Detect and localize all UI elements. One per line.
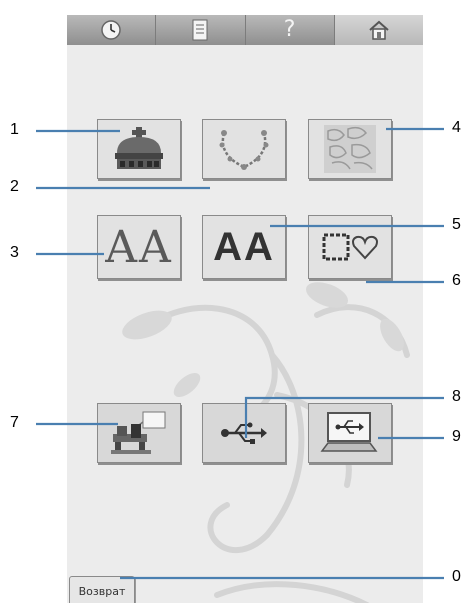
- computer-usb-button[interactable]: [308, 403, 392, 463]
- usb-icon: [221, 422, 267, 444]
- callout-label-9: 9: [452, 428, 461, 445]
- computer-usb-icon: [320, 412, 378, 452]
- frame-shapes-button[interactable]: [308, 215, 392, 279]
- embroidery-machine-icon: [111, 411, 166, 454]
- clock-icon: [101, 20, 121, 40]
- floral-wreath-icon: [219, 130, 269, 170]
- embroidery-screen: ? AA AA Возврат: [67, 15, 423, 603]
- usb-media-button[interactable]: [202, 403, 286, 463]
- help-icon: ?: [283, 17, 296, 42]
- decorative-alphabet-icon: AA: [105, 221, 173, 273]
- home-icon: [369, 20, 389, 40]
- callout-label-4: 4: [452, 119, 461, 136]
- home-button[interactable]: [334, 15, 423, 45]
- callout-label-0: 0: [452, 568, 461, 585]
- callout-label-5: 5: [452, 216, 461, 233]
- crown-pattern-button[interactable]: [97, 119, 181, 179]
- callout-label-6: 6: [452, 272, 461, 289]
- quilt-pattern-button[interactable]: [308, 119, 392, 179]
- callout-label-1: 1: [10, 121, 19, 138]
- character-font-icon: AA: [213, 224, 275, 269]
- document-button[interactable]: [156, 15, 246, 45]
- help-button[interactable]: ?: [245, 15, 335, 45]
- quilt-pattern-icon: [324, 125, 376, 173]
- callout-label-8: 8: [452, 388, 461, 405]
- character-font-button[interactable]: AA: [202, 215, 286, 279]
- callout-label-3: 3: [10, 244, 19, 261]
- clock-button[interactable]: [67, 15, 157, 45]
- machine-memory-button[interactable]: [97, 403, 181, 463]
- frame-shapes-icon: [322, 233, 378, 261]
- floral-pattern-button[interactable]: [202, 119, 286, 179]
- document-icon: [192, 19, 208, 41]
- callout-label-2: 2: [10, 178, 19, 195]
- back-button[interactable]: Возврат: [69, 576, 135, 603]
- decorative-alphabet-button[interactable]: AA: [97, 215, 181, 279]
- crown-icon: [115, 127, 163, 169]
- callout-label-7: 7: [10, 414, 19, 431]
- top-toolbar: ?: [67, 15, 423, 45]
